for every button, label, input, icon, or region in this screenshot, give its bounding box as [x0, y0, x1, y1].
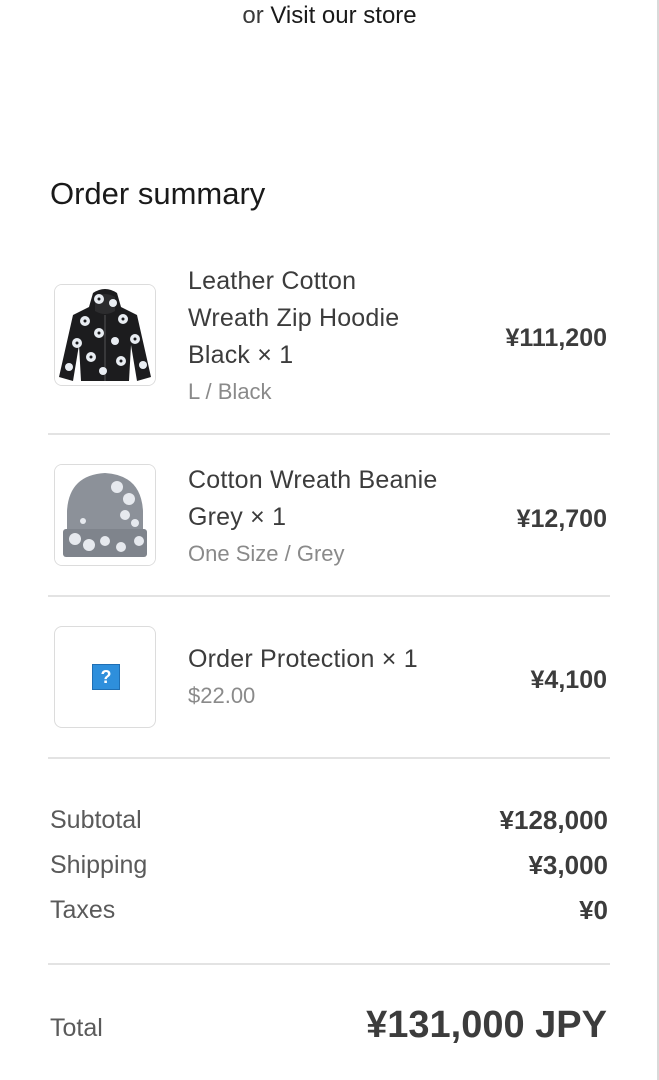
subtotal-label: Subtotal — [50, 806, 142, 834]
question-icon: ? — [92, 664, 120, 690]
item-name-line: Order Protection × 1 — [188, 645, 418, 673]
item-name-line: Cotton Wreath Beanie — [188, 466, 438, 494]
hoodie-image — [55, 285, 155, 385]
shipping-row: Shipping ¥3,000 — [50, 845, 608, 885]
divider — [48, 433, 610, 435]
item-variant: L / Black — [188, 379, 272, 404]
visit-store-line: or Visit our store — [0, 0, 659, 32]
divider — [48, 963, 610, 965]
taxes-label: Taxes — [50, 896, 116, 924]
taxes-row: Taxes ¥0 — [50, 890, 608, 930]
beanie-image — [55, 465, 155, 565]
item-price: ¥4,100 — [530, 666, 607, 694]
item-variant: $22.00 — [188, 683, 256, 708]
taxes-value: ¥0 — [579, 895, 608, 925]
visit-prefix: or — [242, 2, 264, 29]
total-label: Total — [50, 1014, 103, 1042]
item-name: Cotton Wreath Beanie Grey × 1 — [188, 462, 488, 536]
item-name-line: Leather Cotton — [188, 267, 357, 295]
item-variant: One Size / Grey — [188, 541, 345, 566]
divider — [48, 757, 610, 759]
visit-store-link[interactable]: Visit our store — [270, 2, 416, 29]
subtotal-value: ¥128,000 — [499, 805, 608, 835]
item-name-line: Grey × 1 — [188, 503, 287, 531]
shipping-label: Shipping — [50, 851, 148, 879]
total-value: ¥131,000 JPY — [366, 1004, 607, 1046]
order-summary-title: Order summary — [50, 176, 266, 211]
item-name-line: Wreath Zip Hoodie — [188, 304, 400, 332]
item-name: Leather Cotton Wreath Zip Hoodie Black ×… — [188, 263, 488, 374]
item-name: Order Protection × 1 — [188, 641, 488, 678]
subtotal-row: Subtotal ¥128,000 — [50, 800, 608, 840]
order-protection-thumbnail: ? — [54, 626, 156, 728]
shipping-value: ¥3,000 — [528, 850, 608, 880]
hoodie-thumbnail — [54, 284, 156, 386]
divider — [48, 595, 610, 597]
item-name-line: Black × 1 — [188, 341, 294, 369]
item-price: ¥111,200 — [505, 324, 607, 352]
item-price: ¥12,700 — [516, 505, 607, 533]
beanie-thumbnail — [54, 464, 156, 566]
